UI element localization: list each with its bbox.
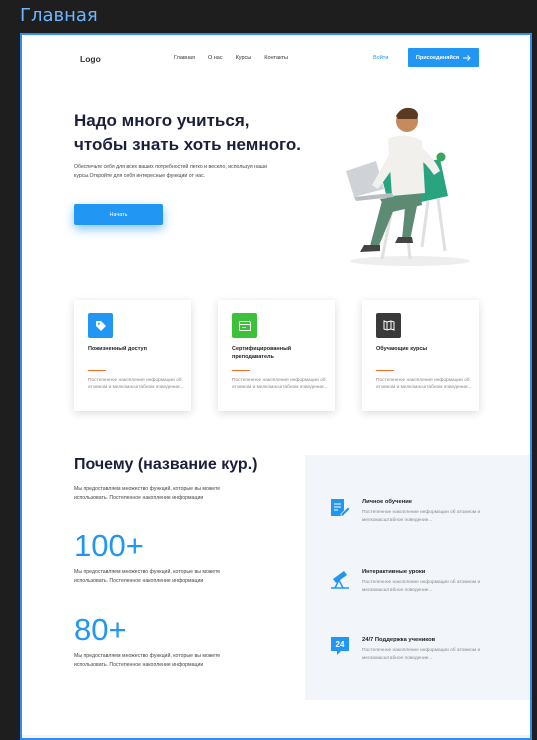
card-icon-box bbox=[88, 313, 113, 338]
why-title: Почему (название кур.) bbox=[74, 456, 258, 473]
card-title: Сертифицированный преподаватель bbox=[232, 346, 292, 360]
frame-title: Главная bbox=[20, 5, 98, 26]
nav-item-courses[interactable]: Курсы bbox=[236, 55, 252, 61]
hero-title-line1: Надо много учиться, bbox=[74, 111, 250, 130]
footer-edge bbox=[22, 735, 530, 738]
nav-item-home[interactable]: Главная bbox=[174, 55, 195, 61]
feature-title: Личное обучение bbox=[362, 499, 413, 505]
card-icon-box bbox=[376, 313, 401, 338]
card-description: Постепенное накопление информации об ато… bbox=[376, 378, 472, 390]
edit-document-icon bbox=[331, 499, 351, 517]
student-laptop-illustration bbox=[346, 107, 470, 266]
start-button[interactable]: Начать bbox=[74, 204, 163, 225]
card-icon-box bbox=[232, 313, 257, 338]
main-nav: Главная О нас Курсы Контакты bbox=[174, 55, 288, 61]
card-description: Постепенное накопление информации об ато… bbox=[232, 378, 328, 390]
login-link[interactable]: Войти bbox=[373, 55, 388, 61]
feature-interactive-lessons[interactable]: Интерактивные уроки Постепенное накоплен… bbox=[329, 567, 519, 607]
feature-description: Постепенное накопление информации об ато… bbox=[362, 648, 481, 661]
nav-item-about[interactable]: О нас bbox=[208, 55, 223, 61]
join-button[interactable]: Присоединяйся bbox=[408, 48, 479, 67]
arrow-right-icon bbox=[463, 54, 471, 61]
card-divider bbox=[376, 370, 394, 371]
certificate-icon bbox=[238, 320, 251, 331]
why-subtitle: Мы предоставляем множество функций, кото… bbox=[74, 486, 221, 501]
card-lifetime-access[interactable]: Пожизненный доступ Постепенное накоплени… bbox=[74, 300, 191, 411]
feature-support-24-7[interactable]: 24 24/7 Поддержка учеников Постепенное н… bbox=[329, 635, 519, 675]
card-title: Обучающие курсы bbox=[376, 346, 428, 352]
nav-item-contacts[interactable]: Контакты bbox=[264, 55, 288, 61]
card-description: Постепенное накопление информации об ато… bbox=[88, 378, 184, 390]
book-icon bbox=[383, 320, 394, 331]
stat-description: Мы предоставляем множество функций, кото… bbox=[74, 653, 221, 668]
stat-number: 80+ bbox=[74, 612, 127, 647]
feature-description: Постепенное накопление информации об ато… bbox=[362, 510, 481, 523]
stat-number: 100+ bbox=[74, 528, 144, 563]
feature-description: Постепенное накопление информации об ато… bbox=[362, 580, 481, 593]
card-title: Пожизненный доступ bbox=[88, 346, 147, 352]
card-training-courses[interactable]: Обучающие курсы Постепенное накопление и… bbox=[362, 300, 479, 411]
hero-subtitle: Обеспечьте себя для всех ваших потребнос… bbox=[74, 164, 267, 179]
feature-title: Интерактивные уроки bbox=[362, 569, 426, 575]
logo[interactable]: Logo bbox=[80, 54, 101, 64]
telescope-icon bbox=[331, 571, 349, 589]
support-badge-text: 24 bbox=[336, 640, 345, 649]
join-button-label: Присоединяйся bbox=[415, 54, 460, 61]
tag-icon bbox=[95, 320, 106, 331]
card-divider bbox=[232, 370, 250, 371]
feature-personal-learning[interactable]: Личное обучение Постепенное накопление и… bbox=[329, 497, 519, 537]
landing-page: Logo Главная О нас Курсы Контакты Войти … bbox=[20, 33, 532, 740]
support-24-icon: 24 bbox=[331, 637, 349, 655]
card-certified-teacher[interactable]: Сертифицированный преподаватель Постепен… bbox=[218, 300, 335, 411]
hero-title: Надо много учиться, чтобы знать хоть нем… bbox=[74, 109, 334, 157]
card-divider bbox=[88, 370, 106, 371]
feature-title: 24/7 Поддержка учеников bbox=[362, 637, 436, 643]
stat-description: Мы предоставляем множество функций, кото… bbox=[74, 569, 221, 584]
hero-title-line2: чтобы знать хоть немного. bbox=[74, 135, 301, 154]
